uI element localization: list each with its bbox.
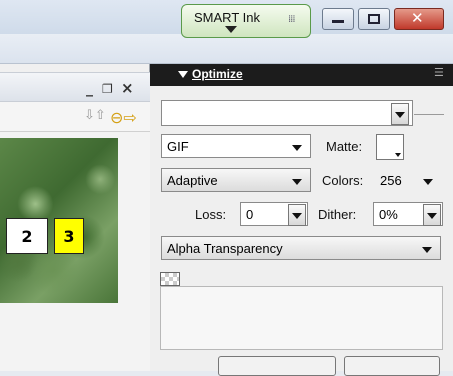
colors-dropdown[interactable]: 256 bbox=[374, 168, 442, 192]
slice-label-3[interactable]: 3 bbox=[54, 218, 84, 254]
loss-label: Loss: bbox=[195, 207, 227, 222]
sort-icon[interactable]: ⇩⇧ bbox=[84, 108, 106, 123]
chevron-down-icon bbox=[422, 247, 432, 253]
color-table-area bbox=[160, 286, 443, 350]
transparency-dropdown[interactable]: Alpha Transparency bbox=[161, 236, 441, 260]
drag-grip-icon[interactable]: ⁞⁞⁞ bbox=[288, 14, 295, 25]
loss-value: 0 bbox=[246, 207, 254, 222]
document-toolbar: ⇩⇧ ⊖⇨ bbox=[0, 102, 150, 132]
loss-input[interactable]: 0 bbox=[240, 202, 308, 226]
document-titlebar[interactable]: _ ❐ × bbox=[0, 72, 150, 102]
export-format-dropdown[interactable]: GIF bbox=[161, 134, 311, 158]
palette-dropdown[interactable]: Adaptive bbox=[161, 168, 311, 192]
minimize-button[interactable] bbox=[322, 8, 354, 30]
dither-value: 0% bbox=[379, 207, 398, 222]
dither-slider-button[interactable] bbox=[423, 204, 441, 226]
restore-icon bbox=[368, 14, 380, 24]
chevron-down-icon bbox=[292, 179, 302, 185]
colors-value: 256 bbox=[380, 173, 402, 188]
panel-action-button-2[interactable] bbox=[344, 356, 440, 376]
smart-ink-toolbar[interactable]: SMART Ink ⁞⁞⁞ bbox=[181, 4, 311, 38]
document-window: _ ❐ × ⇩⇧ ⊖⇨ 2 3 bbox=[0, 64, 150, 371]
panel-header[interactable]: Optimize ☰ bbox=[150, 64, 453, 86]
chevron-down-icon bbox=[395, 153, 401, 157]
dither-input[interactable]: 0% bbox=[373, 202, 443, 226]
optimize-panel: Optimize ☰ GIF Matte: Adaptive Colors: 2… bbox=[150, 64, 453, 376]
panel-action-button[interactable] bbox=[218, 356, 336, 376]
doc-restore-button[interactable]: ❐ bbox=[102, 82, 113, 96]
chevron-down-icon bbox=[292, 145, 302, 151]
slice-label-2[interactable]: 2 bbox=[6, 218, 48, 254]
matte-color-swatch[interactable] bbox=[376, 134, 404, 160]
saved-settings-dropdown[interactable] bbox=[161, 100, 413, 126]
transparency-swatch[interactable] bbox=[160, 272, 180, 286]
close-button[interactable]: ✕ bbox=[394, 8, 444, 30]
dropdown-caret-icon[interactable] bbox=[225, 26, 237, 33]
doc-minimize-button[interactable]: _ bbox=[86, 81, 93, 97]
saved-settings-arrow[interactable] bbox=[391, 103, 409, 125]
dither-label: Dither: bbox=[318, 207, 357, 222]
close-icon: ✕ bbox=[411, 9, 424, 27]
doc-close-button[interactable]: × bbox=[121, 79, 134, 97]
panel-title[interactable]: Optimize bbox=[192, 67, 243, 81]
restore-button[interactable] bbox=[358, 8, 390, 30]
export-format-value: GIF bbox=[167, 139, 189, 154]
palette-value: Adaptive bbox=[167, 173, 218, 188]
chevron-down-icon bbox=[423, 179, 433, 185]
app-menu-strip bbox=[0, 34, 453, 64]
collapse-icon[interactable] bbox=[178, 71, 188, 78]
loss-slider-button[interactable] bbox=[288, 204, 306, 226]
colors-label: Colors: bbox=[322, 173, 364, 188]
panel-menu-icon[interactable]: ☰ bbox=[434, 66, 444, 79]
export-icon[interactable]: ⊖⇨ bbox=[110, 108, 137, 127]
matte-label: Matte: bbox=[326, 139, 363, 154]
transparency-value: Alpha Transparency bbox=[167, 241, 283, 256]
divider bbox=[414, 114, 444, 115]
minimize-icon bbox=[332, 20, 344, 23]
smart-ink-label: SMART Ink bbox=[194, 10, 260, 25]
